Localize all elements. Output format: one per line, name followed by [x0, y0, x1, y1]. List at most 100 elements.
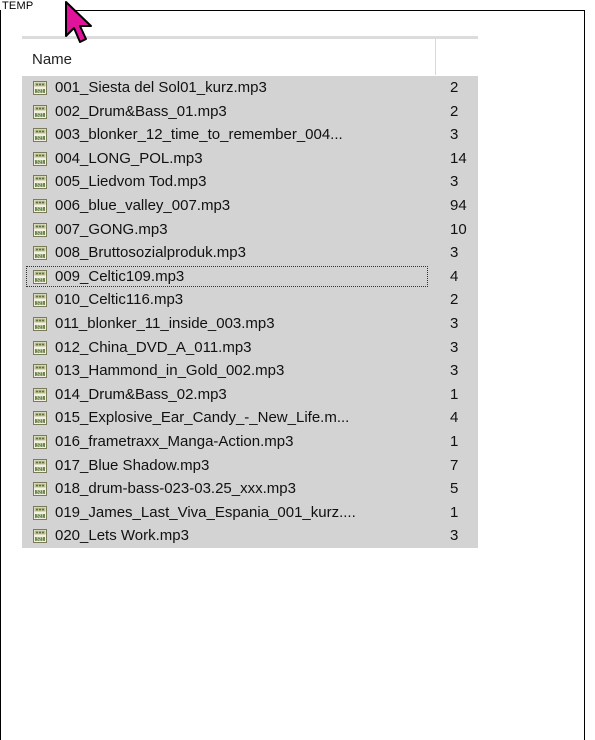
svg-text:321: 321 [36, 230, 44, 235]
file-row[interactable]: 321 017_Blue Shadow.mp3 7 [22, 453, 478, 478]
file-name: 014_Drum&Bass_02.mp3 [55, 385, 227, 403]
file-name: 020_Lets Work.mp3 [55, 527, 189, 545]
svg-text:321: 321 [36, 112, 44, 117]
svg-text:321: 321 [36, 277, 44, 282]
file-name: 005_Liedvom Tod.mp3 [55, 173, 207, 191]
svg-text:321: 321 [36, 325, 44, 330]
file-name: 015_Explosive_Ear_Candy_-_New_Life.m... [55, 409, 350, 427]
file-name: 006_blue_valley_007.mp3 [55, 196, 231, 214]
svg-text:321: 321 [36, 301, 44, 306]
mp3-file-icon: 321 [33, 316, 47, 331]
window-border-top [70, 10, 585, 11]
file-row[interactable]: 321 003_blonker_12_time_to_remember_004..… [22, 123, 478, 147]
file-size: 1 [450, 385, 459, 403]
mp3-file-icon: 321 [33, 364, 47, 379]
file-row[interactable]: 321 011_blonker_11_inside_003.mp3 3 [22, 311, 478, 336]
mp3-file-icon: 321 [33, 411, 47, 426]
file-row[interactable]: 321 006_blue_valley_007.mp3 94 [22, 193, 478, 218]
mp3-file-icon: 321 [33, 340, 47, 355]
mp3-file-icon: 321 [33, 151, 47, 166]
file-size: 5 [450, 480, 459, 498]
svg-text:321: 321 [36, 490, 44, 495]
file-size: 4 [450, 409, 459, 427]
file-row[interactable]: 321 018_drum-bass-023-03.25_xxx.mp3 5 [22, 477, 478, 501]
window-title: TEMP [2, 0, 34, 12]
file-size: 94 [450, 196, 467, 214]
file-name: 011_blonker_11_inside_003.mp3 [55, 314, 275, 332]
file-name: 002_Drum&Bass_01.mp3 [55, 102, 227, 120]
file-size: 1 [450, 432, 459, 450]
mp3-file-icon: 321 [33, 269, 47, 284]
svg-text:321: 321 [36, 183, 44, 188]
mp3-file-icon: 321 [33, 505, 47, 520]
file-name: 016_frametraxx_Manga-Action.mp3 [55, 432, 294, 450]
svg-text:321: 321 [36, 419, 44, 424]
mp3-file-icon: 321 [33, 293, 47, 308]
file-name: 010_Celtic116.mp3 [55, 291, 184, 309]
file-size: 14 [450, 149, 467, 167]
file-row[interactable]: 321 009_Celtic109.mp3 4 [22, 264, 478, 289]
file-size: 3 [450, 527, 459, 545]
file-size: 3 [450, 244, 459, 262]
svg-text:321: 321 [36, 348, 44, 353]
file-row[interactable]: 321 013_Hammond_in_Gold_002.mp3 3 [22, 359, 478, 383]
svg-text:321: 321 [36, 89, 44, 94]
file-size: 2 [450, 79, 459, 96]
file-name: 013_Hammond_in_Gold_002.mp3 [55, 362, 285, 380]
mp3-file-icon: 321 [33, 434, 47, 449]
file-name: 003_blonker_12_time_to_remember_004... [55, 126, 343, 144]
mp3-file-icon: 321 [33, 246, 47, 261]
window-border-right [584, 10, 585, 740]
file-row[interactable]: 321 002_Drum&Bass_01.mp3 2 [22, 99, 478, 124]
svg-text:321: 321 [36, 395, 44, 400]
file-row[interactable]: 321 015_Explosive_Ear_Candy_-_New_Life.m.… [22, 406, 478, 430]
svg-text:321: 321 [36, 443, 44, 448]
file-size: 3 [450, 338, 459, 356]
file-name: 001_Siesta del Sol01_kurz.mp3 [55, 79, 267, 96]
file-row[interactable]: 321 016_frametraxx_Manga-Action.mp3 1 [22, 429, 478, 454]
svg-text:321: 321 [36, 537, 44, 542]
file-name: 009_Celtic109.mp3 [55, 267, 185, 285]
file-row[interactable]: 321 012_China_DVD_A_011.mp3 3 [22, 335, 478, 360]
mp3-file-icon: 321 [33, 529, 47, 544]
file-row[interactable]: 321 010_Celtic116.mp3 2 [22, 288, 478, 312]
mp3-file-icon: 321 [33, 222, 47, 237]
file-size: 10 [450, 220, 467, 238]
window-border-left [0, 10, 1, 740]
svg-text:321: 321 [36, 254, 44, 259]
svg-text:321: 321 [36, 372, 44, 377]
svg-text:321: 321 [36, 207, 44, 212]
file-row[interactable]: 321 001_Siesta del Sol01_kurz.mp3 2 [22, 76, 478, 100]
mp3-file-icon: 321 [33, 458, 47, 473]
name-column-label: Name [32, 51, 73, 68]
mp3-file-icon: 321 [33, 175, 47, 190]
file-name: 012_China_DVD_A_011.mp3 [55, 338, 252, 356]
mp3-file-icon: 321 [33, 198, 47, 213]
file-size: 4 [450, 267, 459, 285]
file-row[interactable]: 321 007_GONG.mp3 10 [22, 217, 478, 242]
file-name: 017_Blue Shadow.mp3 [55, 456, 210, 474]
svg-text:321: 321 [36, 466, 44, 471]
svg-text:321: 321 [36, 136, 44, 141]
file-name: 007_GONG.mp3 [55, 220, 168, 238]
size-column-header[interactable] [436, 39, 478, 75]
file-list-pane[interactable]: Name 321 001_Siesta del Sol01_kurz.mp3 2 32… [22, 36, 492, 740]
mp3-file-icon: 321 [33, 482, 47, 497]
mp3-file-icon: 321 [33, 104, 47, 119]
file-list: 321 001_Siesta del Sol01_kurz.mp3 2 321 002_… [22, 76, 478, 548]
file-size: 1 [450, 503, 459, 521]
file-row[interactable]: 321 005_Liedvom Tod.mp3 3 [22, 170, 478, 194]
file-row[interactable]: 321 004_LONG_POL.mp3 14 [22, 146, 478, 171]
file-row[interactable]: 321 019_James_Last_Viva_Espania_001_kurz.… [22, 500, 478, 525]
svg-text:321: 321 [36, 159, 44, 164]
file-row[interactable]: 321 014_Drum&Bass_02.mp3 1 [22, 382, 478, 407]
file-name: 004_LONG_POL.mp3 [55, 149, 203, 167]
file-size: 2 [450, 102, 459, 120]
mp3-file-icon: 321 [33, 81, 47, 95]
file-row[interactable]: 321 008_Bruttosozialproduk.mp3 3 [22, 241, 478, 265]
file-row[interactable]: 321 020_Lets Work.mp3 3 [22, 524, 478, 548]
mp3-file-icon: 321 [33, 387, 47, 402]
file-size: 3 [450, 362, 459, 380]
file-size: 3 [450, 126, 459, 144]
file-name: 018_drum-bass-023-03.25_xxx.mp3 [55, 480, 296, 498]
